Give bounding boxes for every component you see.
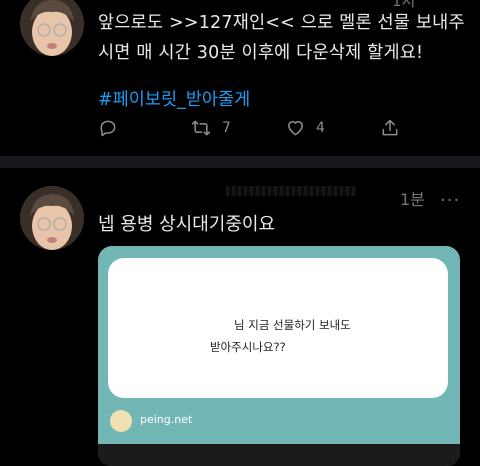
author-name-blurred (226, 186, 356, 196)
more-options-icon[interactable]: ··· (440, 190, 460, 211)
hashtag-link[interactable]: #페이보릿_받아줄게 (98, 86, 250, 111)
reply-button[interactable] (98, 118, 118, 138)
peing-logo-icon (110, 410, 132, 432)
share-button[interactable] (380, 118, 400, 138)
tweet-text-line-2: 시면 매 시간 30분 이후에 다운삭제 할게요! (98, 43, 424, 63)
retweet-count: 7 (222, 120, 231, 136)
avatar[interactable] (20, 0, 84, 56)
retweet-button[interactable]: 7 (190, 118, 231, 138)
media-footer (98, 444, 460, 466)
tweet-text-line-1: 앞으로도 >>127재인<< 으로 멜론 선물 보내주 (98, 13, 465, 33)
tweet-divider (0, 156, 480, 168)
reply-icon (100, 120, 116, 137)
question-text: 님 지금 선물하기 보내도 받아주시나요?? (108, 314, 448, 358)
question-line-1: 님 지금 선물하기 보내도 (234, 318, 351, 332)
question-card: 님 지금 선물하기 보내도 받아주시나요?? (108, 258, 448, 398)
source-label: peing.net (140, 413, 193, 426)
tweet-actions: 7 4 (98, 118, 418, 142)
share-icon (382, 119, 398, 136)
like-button[interactable]: 4 (285, 118, 325, 138)
tweet-time[interactable]: 1분 (400, 186, 425, 210)
heart-icon (288, 121, 303, 136)
question-line-2: 받아주시나요?? (210, 340, 286, 354)
avatar[interactable] (20, 186, 84, 250)
tweet-1[interactable]: 1시 앞으로도 >>127재인<< 으로 멜론 선물 보내주 시면 매 시간 3… (0, 0, 480, 156)
tweet-text: 앞으로도 >>127재인<< 으로 멜론 선물 보내주 시면 매 시간 30분 … (98, 8, 470, 68)
retweet-icon (191, 120, 211, 136)
tweet-text: 넵 용병 상시대기중이요 (98, 214, 276, 235)
media-image[interactable]: 님 지금 선물하기 보내도 받아주시나요?? peing.net (98, 246, 460, 466)
like-count: 4 (316, 120, 325, 136)
